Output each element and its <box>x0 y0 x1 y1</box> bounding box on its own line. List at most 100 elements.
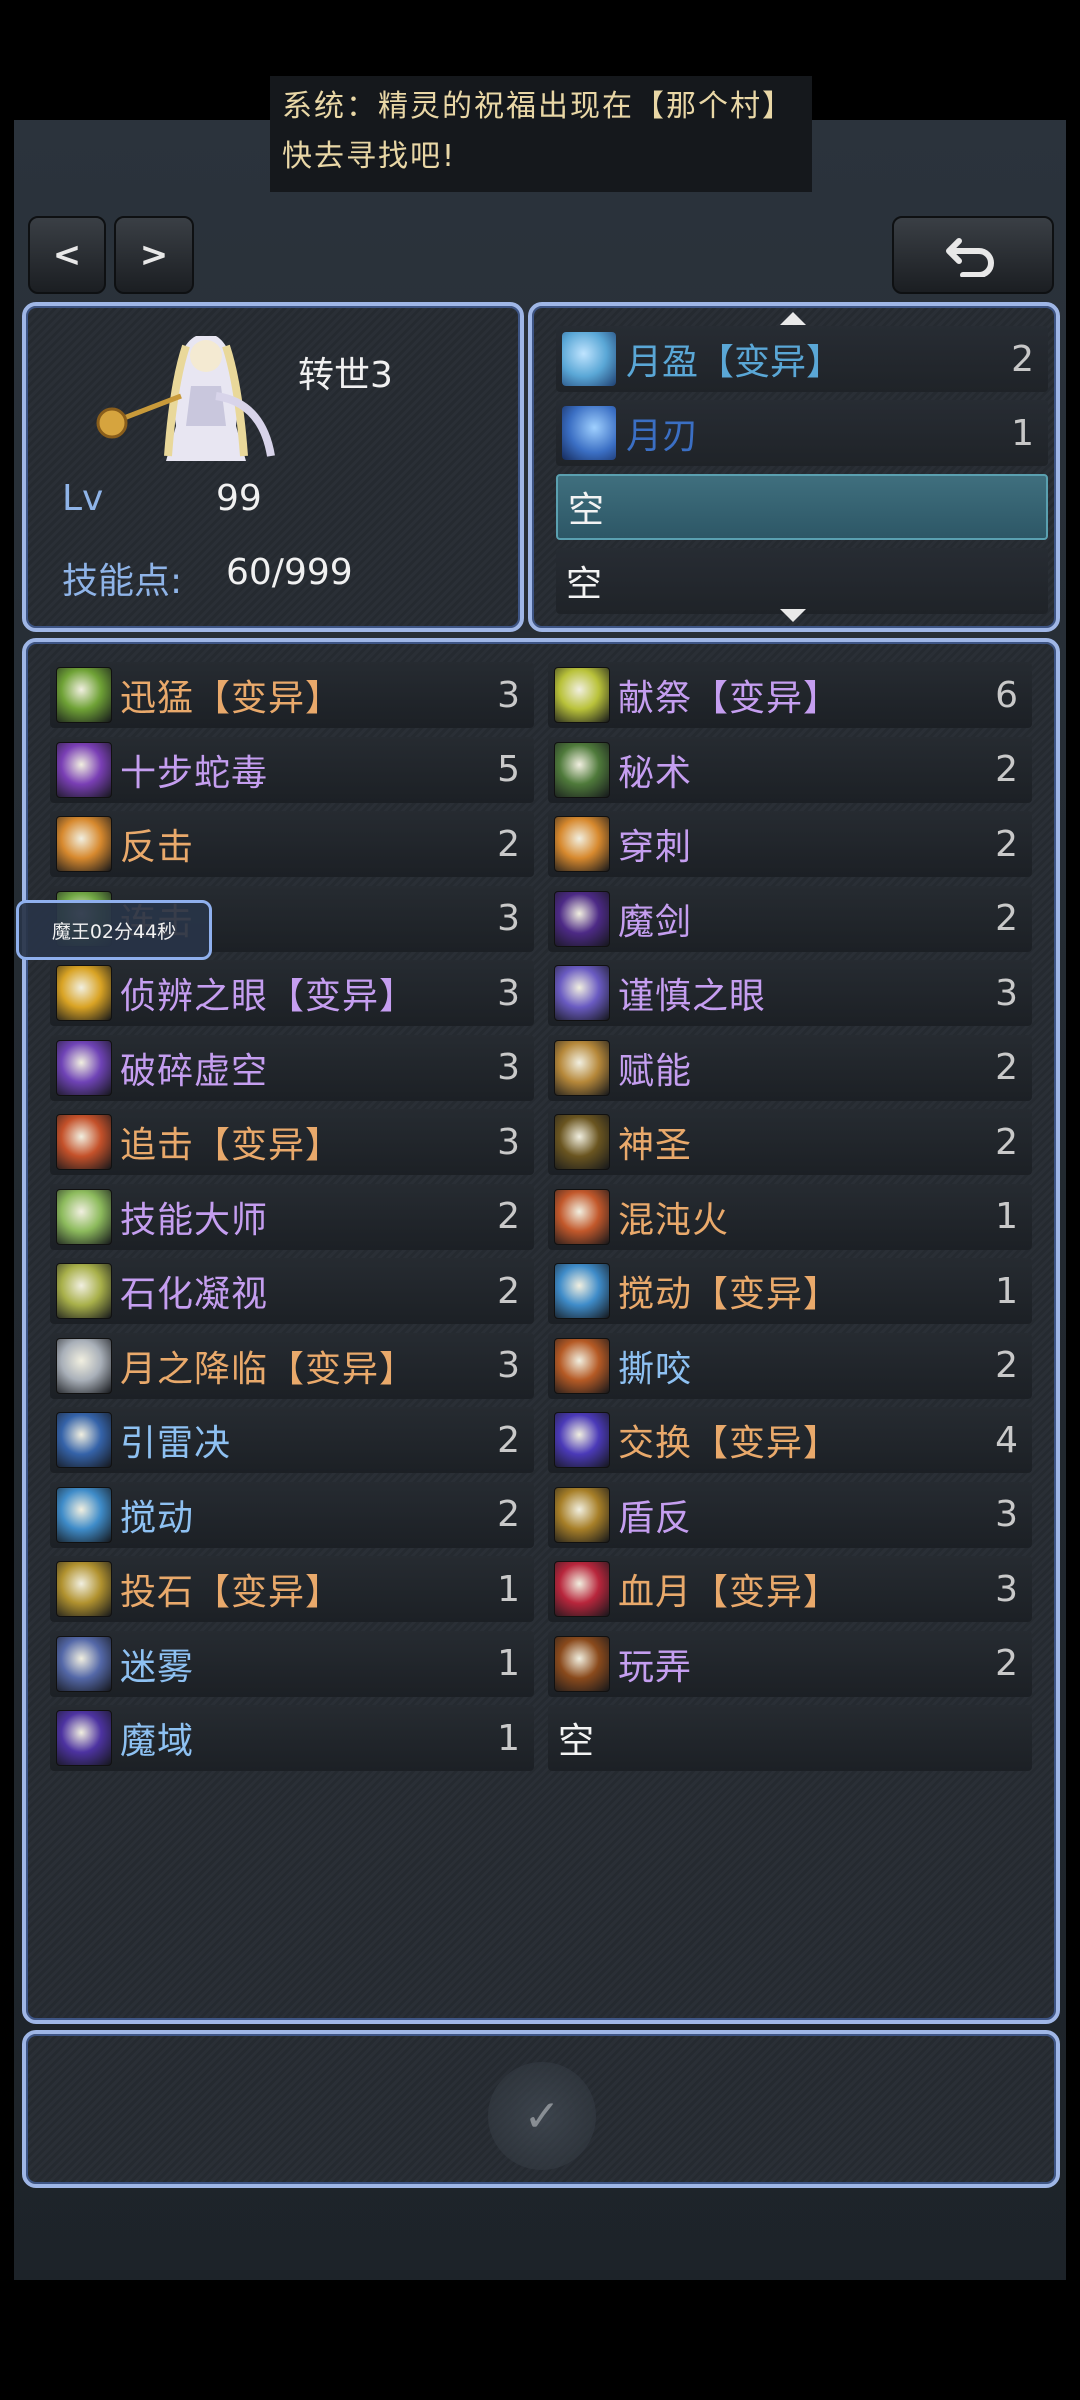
skill-level: 2 <box>995 749 1018 790</box>
skill-level: 2 <box>497 1494 520 1535</box>
skill-slot[interactable]: 侦辨之眼【变异】 3 <box>50 960 534 1026</box>
level-value: 99 <box>216 478 262 519</box>
moon-descend-icon <box>56 1337 112 1394</box>
skill-level: 1 <box>995 1196 1018 1237</box>
skill-level: 2 <box>995 1121 1018 1163</box>
skill-slot[interactable]: 盾反 3 <box>548 1481 1032 1548</box>
skill-name: 血月【变异】 <box>618 1572 841 1613</box>
skill-level: 3 <box>995 1494 1018 1535</box>
skill-slot[interactable]: 玩弄 2 <box>548 1630 1032 1697</box>
skill-name: 技能大师 <box>120 1199 269 1241</box>
skill-slot[interactable]: 迅猛【变异】 3 <box>50 662 534 728</box>
scroll-up-icon[interactable] <box>780 312 806 325</box>
skill-level: 2 <box>995 1047 1018 1088</box>
swap-icon <box>554 1412 610 1468</box>
skill-slot[interactable]: 穿刺 2 <box>548 811 1032 877</box>
skill-slot[interactable]: 交换【变异】 4 <box>548 1407 1032 1473</box>
skill-slot[interactable]: 混沌火 1 <box>548 1183 1032 1250</box>
holy-icon <box>554 1114 610 1170</box>
skill-level: 1 <box>497 1568 520 1610</box>
skill-slot[interactable]: 引雷决 2 <box>50 1407 534 1473</box>
master-icon <box>56 1188 112 1245</box>
shield-counter-icon <box>554 1486 610 1543</box>
skill-slot[interactable]: 迷雾 1 <box>50 1630 534 1697</box>
skill-name: 迷雾 <box>120 1646 195 1688</box>
confirm-button[interactable]: ✓ <box>488 2062 596 2170</box>
skill-name: 秘术 <box>618 752 693 794</box>
skill-slot[interactable]: 撕咬 2 <box>548 1332 1032 1399</box>
skill-slot[interactable]: 赋能 2 <box>548 1034 1032 1101</box>
void-icon <box>56 1039 112 1096</box>
empty-slot-label: 空 <box>566 564 603 605</box>
skill-level: 2 <box>995 1643 1018 1684</box>
skill-slot[interactable]: 空 <box>548 1705 1032 1771</box>
skill-level: 4 <box>995 1419 1018 1461</box>
pursuit-icon <box>56 1114 112 1170</box>
stir-icon <box>56 1486 112 1543</box>
equipped-slot[interactable]: 空 <box>556 548 1048 614</box>
skill-slot[interactable]: 追击【变异】 3 <box>50 1109 534 1175</box>
scroll-down-icon[interactable] <box>780 609 806 622</box>
moon-blade-icon <box>562 406 616 460</box>
skill-name: 侦辨之眼【变异】 <box>120 976 417 1017</box>
equipped-skills-panel: 月盈【变异】 2 月刃 1 空 空 <box>528 302 1060 632</box>
skill-name: 盾反 <box>618 1497 693 1539</box>
empty-slot-label: 空 <box>558 1721 595 1762</box>
skill-level: 3 <box>497 1345 520 1386</box>
skill-slot[interactable]: 魔域 1 <box>50 1705 534 1771</box>
skill-level: 3 <box>497 1047 520 1088</box>
skill-slot[interactable]: 魔剑 2 <box>548 885 1032 952</box>
skill-name: 反击 <box>120 827 195 868</box>
equipped-slot[interactable]: 月盈【变异】 2 <box>556 326 1048 392</box>
skill-slot[interactable]: 搅动【变异】 1 <box>548 1258 1032 1324</box>
skill-slot[interactable]: 破碎虚空 3 <box>50 1034 534 1101</box>
venom-icon <box>56 741 112 798</box>
skill-name: 交换【变异】 <box>618 1423 841 1464</box>
equipped-skill-name: 月盈【变异】 <box>626 342 843 383</box>
skill-slot[interactable]: 十步蛇毒 5 <box>50 736 534 803</box>
skill-name: 十步蛇毒 <box>120 752 269 794</box>
return-icon <box>946 238 994 277</box>
skill-level: 2 <box>497 1196 520 1237</box>
skill-level: 3 <box>497 898 520 939</box>
skill-slot[interactable]: 谨慎之眼 3 <box>548 960 1032 1026</box>
skill-slot[interactable]: 月之降临【变异】 3 <box>50 1332 534 1399</box>
empower-icon <box>554 1039 610 1096</box>
next-button[interactable]: > <box>114 216 194 294</box>
prev-button[interactable]: < <box>28 216 106 294</box>
skill-level: 3 <box>995 1568 1018 1610</box>
skill-slot[interactable]: 技能大师 2 <box>50 1183 534 1250</box>
skill-name: 魔剑 <box>618 901 693 943</box>
skill-level: 2 <box>497 823 520 865</box>
moon-fill-icon <box>562 332 616 386</box>
equipped-slot-selected[interactable]: 空 <box>556 474 1048 540</box>
stone-icon <box>56 1561 112 1617</box>
skill-slot[interactable]: 秘术 2 <box>548 736 1032 803</box>
skill-name: 搅动 <box>120 1497 195 1539</box>
skill-level: 2 <box>995 898 1018 939</box>
skill-name: 魔域 <box>120 1721 195 1762</box>
skill-name: 神圣 <box>618 1125 693 1166</box>
caution-eye-icon <box>554 965 610 1021</box>
arcane-icon <box>554 741 610 798</box>
back-button[interactable] <box>892 216 1054 294</box>
counter-icon <box>56 816 112 872</box>
skill-slot[interactable]: 血月【变异】 3 <box>548 1556 1032 1622</box>
skill-slot[interactable]: 献祭【变异】 6 <box>548 662 1032 728</box>
skill-slot[interactable]: 石化凝视 2 <box>50 1258 534 1324</box>
character-portrait <box>96 336 275 461</box>
skill-slot[interactable]: 搅动 2 <box>50 1481 534 1548</box>
skill-slot[interactable]: 投石【变异】 1 <box>50 1556 534 1622</box>
skill-name: 搅动【变异】 <box>618 1274 841 1315</box>
petrify-icon <box>56 1263 112 1319</box>
equipped-slot[interactable]: 月刃 1 <box>556 400 1048 466</box>
skill-slot[interactable]: 神圣 2 <box>548 1109 1032 1175</box>
skill-level: 2 <box>497 1419 520 1461</box>
skill-name: 石化凝视 <box>120 1274 269 1315</box>
skill-level: 1 <box>497 1717 520 1759</box>
skill-level: 3 <box>497 972 520 1014</box>
skill-level: 5 <box>497 749 520 790</box>
toy-icon <box>554 1635 610 1692</box>
skill-slot[interactable]: 反击 2 <box>50 811 534 877</box>
skill-level: 1 <box>497 1643 520 1684</box>
